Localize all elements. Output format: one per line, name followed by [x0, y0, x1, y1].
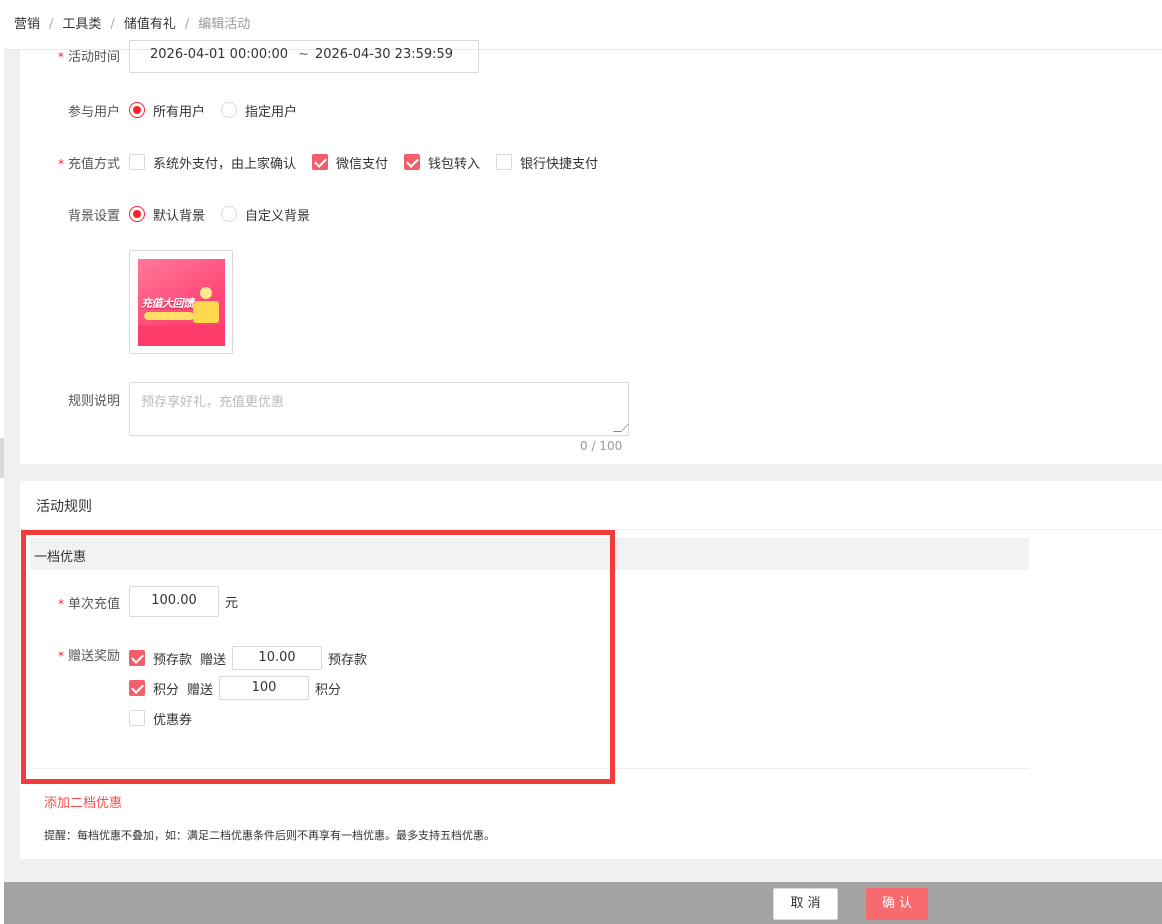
radio-selected-icon[interactable]: [129, 206, 145, 222]
gift-box-decoration: [193, 301, 219, 323]
radio-unselected-icon[interactable]: [221, 102, 238, 118]
activity-time-range-picker[interactable]: 2026-04-01 00:00:00 ~2026-04-30 23:59:59: [129, 40, 479, 73]
checkbox-unchecked-icon[interactable]: [129, 154, 145, 170]
checkbox-checked-icon[interactable]: [404, 154, 421, 170]
participants-label: 参与用户: [67, 105, 120, 120]
content-gutter: [4, 50, 20, 880]
activity-time-label: * 活动时间: [57, 50, 120, 65]
checkbox-offline-payment[interactable]: 系统外支付，由上家确认: [129, 153, 296, 172]
checkbox-unchecked-icon[interactable]: [496, 154, 513, 170]
required-mark: *: [57, 157, 64, 171]
coin-decoration: [200, 287, 212, 299]
end-time-value[interactable]: 2026-04-30 23:59:59: [315, 47, 453, 62]
radio-unselected-icon[interactable]: [221, 206, 238, 222]
checkbox-checked-icon[interactable]: [312, 154, 329, 170]
background-label: 背景设置: [67, 209, 120, 224]
activity-rules-title: 活动规则: [36, 499, 92, 515]
rules-char-counter: 0 / 100: [580, 439, 623, 453]
basic-settings-card: * 活动时间 2026-04-01 00:00:00 ~2026-04-30 23:…: [20, 40, 1162, 464]
breadcrumb-item-stored-value-gift[interactable]: 储值有礼: [124, 17, 176, 32]
rules-placeholder: 预存享好礼，充值更优惠: [141, 395, 285, 410]
cancel-button[interactable]: 取消: [773, 888, 838, 920]
recharge-methods-checkbox-group: 系统外支付，由上家确认 微信支付 钱包转入 银行快捷支付: [129, 151, 614, 173]
participants-radio-group: 所有用户 指定用户: [129, 99, 313, 121]
footer-action-bar: 取消 确认: [4, 882, 1162, 924]
radio-all-users[interactable]: 所有用户: [129, 101, 205, 120]
range-separator: ~: [298, 47, 309, 62]
checkbox-bank-quick-pay[interactable]: 银行快捷支付: [496, 153, 598, 172]
background-radio-group: 默认背景 自定义背景: [129, 203, 326, 225]
start-time-value[interactable]: 2026-04-01 00:00:00: [150, 47, 288, 62]
confirm-button[interactable]: 确认: [866, 888, 928, 920]
background-preview-image: 充值大回馈: [138, 259, 225, 346]
checkbox-wechat-pay[interactable]: 微信支付: [312, 153, 388, 172]
tier-tip-text: 提醒：每档优惠不叠加，如：满足二档优惠条件后则不再享有一档优惠。最多支持五档优惠…: [44, 829, 495, 842]
radio-default-background[interactable]: 默认背景: [129, 205, 205, 224]
breadcrumb-separator: /: [49, 17, 54, 32]
radio-selected-icon[interactable]: [129, 102, 145, 118]
preview-title: 充值大回馈: [141, 297, 194, 310]
highlight-annotation-box: [21, 530, 615, 784]
preview-base-decoration: [138, 325, 225, 346]
preview-subtitle-bar: [144, 312, 194, 320]
breadcrumb-item-marketing[interactable]: 营销: [14, 17, 40, 32]
breadcrumb-current: 编辑活动: [198, 17, 251, 32]
recharge-methods-label: * 充值方式: [57, 157, 120, 172]
background-thumbnail[interactable]: 充值大回馈: [129, 250, 233, 354]
breadcrumb-separator: /: [184, 17, 190, 32]
add-tier-link[interactable]: 添加二档优惠: [44, 792, 122, 811]
resize-handle-icon[interactable]: [613, 424, 629, 432]
breadcrumb-item-tools[interactable]: 工具类: [62, 17, 101, 32]
breadcrumb-separator: /: [110, 17, 115, 32]
checkbox-wallet-transfer[interactable]: 钱包转入: [404, 153, 480, 172]
radio-specified-users[interactable]: 指定用户: [221, 101, 297, 120]
rules-textarea[interactable]: 预存享好礼，充值更优惠: [129, 382, 629, 436]
radio-custom-background[interactable]: 自定义背景: [221, 205, 310, 224]
rules-label: 规则说明: [67, 394, 120, 409]
required-mark: *: [57, 50, 64, 64]
